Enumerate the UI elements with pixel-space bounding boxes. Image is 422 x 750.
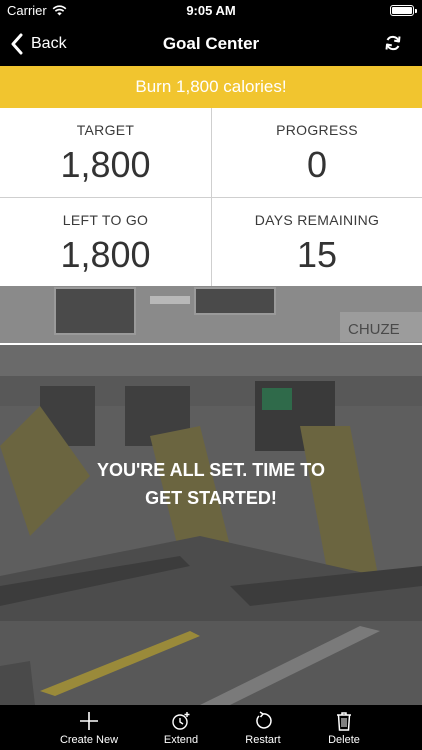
battery-icon [390,5,417,16]
stat-days-remaining: DAYS REMAINING 15 [211,197,422,286]
ready-message-line-2: GET STARTED! [145,488,277,508]
back-label: Back [31,35,67,52]
delete-label: Delete [328,734,360,746]
extend-label: Extend [163,734,199,746]
create-new-label: Create New [59,734,119,746]
restart-label: Restart [245,734,281,746]
stat-label: DAYS REMAINING [254,212,380,228]
stat-value: 1,800 [60,234,151,275]
stat-target: TARGET 1,800 [0,108,211,197]
delete-button[interactable]: Delete [304,705,384,750]
create-new-button[interactable]: Create New [49,705,129,750]
hero-image: CHUZE YOU'RE ALL SET. TIME TO GET STARTE… [0,286,422,705]
divider [0,343,422,345]
stat-progress: PROGRESS 0 [211,108,422,197]
extend-button[interactable]: Extend [141,705,221,750]
stat-value: 15 [296,234,338,275]
gym-sign-text: CHUZE [348,321,400,338]
stat-label: LEFT TO GO [62,212,149,228]
stats-grid: TARGET 1,800 PROGRESS 0 LEFT TO GO 1,800… [0,108,422,286]
bottom-toolbar: Create New Extend Restart Delete [0,705,422,750]
stat-label: PROGRESS [276,122,358,138]
stat-value: 1,800 [60,144,151,185]
trash-icon [337,712,351,731]
status-bar: Carrier 9:05 AM [0,0,422,22]
navigation-bar: Back Goal Center [0,22,422,66]
refresh-icon[interactable] [384,34,402,52]
clock: 9:05 AM [186,3,236,18]
restart-icon [256,711,272,729]
plus-icon [80,712,98,730]
goal-banner: Burn 1,800 calories! [0,66,422,108]
stat-label: TARGET [76,122,135,138]
clock-plus-icon [172,712,190,730]
stat-value: 0 [306,144,328,185]
ready-message-line-1: YOU'RE ALL SET. TIME TO [97,460,325,480]
stat-left-to-go: LEFT TO GO 1,800 [0,197,211,286]
ready-message: YOU'RE ALL SET. TIME TO GET STARTED! [40,456,382,512]
chevron-left-icon [11,33,23,55]
back-button[interactable]: Back [10,32,67,56]
restart-button[interactable]: Restart [223,705,303,750]
